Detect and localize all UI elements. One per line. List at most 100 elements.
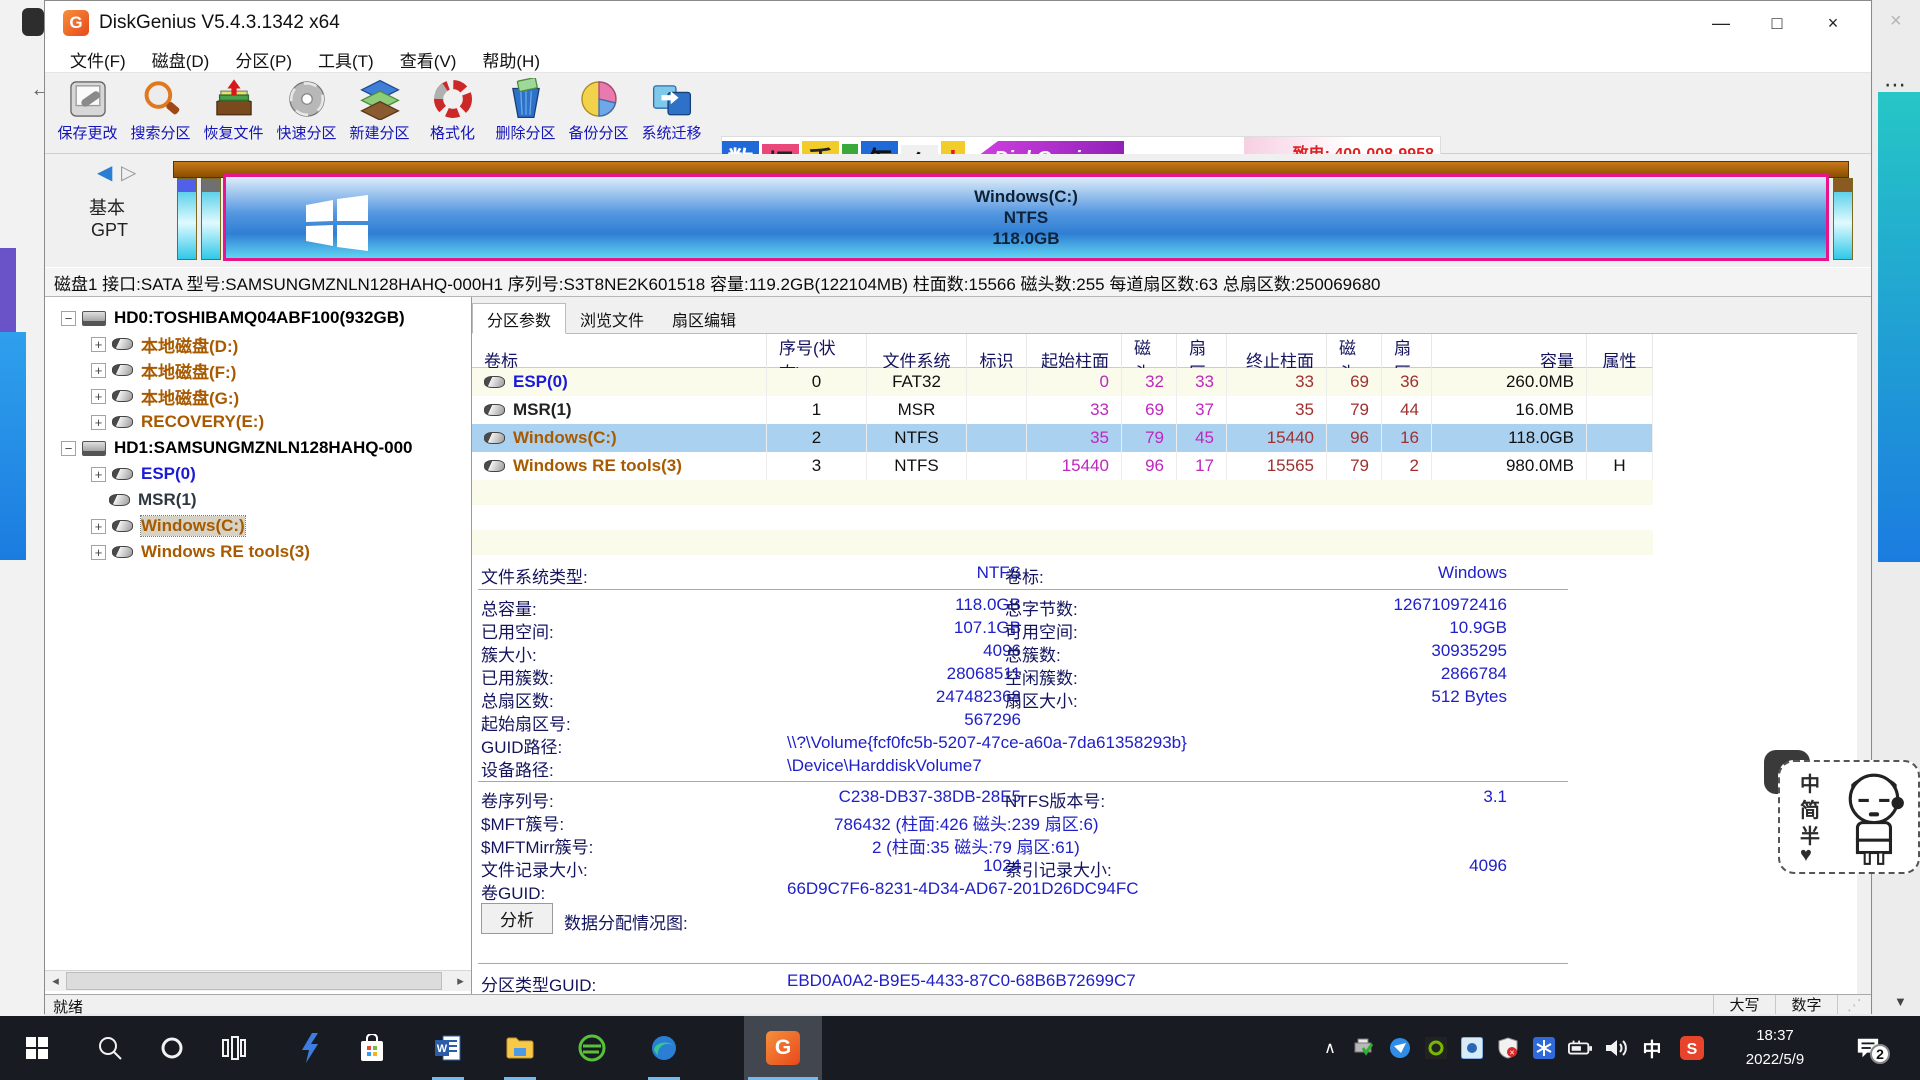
- analyze-button[interactable]: 分析: [481, 903, 553, 934]
- menu-tools[interactable]: 工具(T): [305, 45, 387, 74]
- empty-row: [472, 530, 1653, 555]
- tray-printer-icon[interactable]: [1352, 1036, 1376, 1060]
- nav-right-icon[interactable]: ▷: [121, 160, 136, 185]
- svg-text:W: W: [437, 1043, 448, 1055]
- tab-sector-edit[interactable]: 扇区编辑: [658, 303, 750, 334]
- tray-chevron-icon[interactable]: ∧: [1318, 1036, 1342, 1060]
- tray-feishu-icon[interactable]: [1388, 1036, 1412, 1060]
- tray-security-icon[interactable]: ×: [1496, 1036, 1520, 1060]
- tree-item-windows-c[interactable]: + Windows(C:): [91, 513, 245, 539]
- scrollbar-thumb[interactable]: [66, 972, 442, 990]
- menu-disk[interactable]: 磁盘(D): [139, 45, 223, 74]
- backup-partition-button[interactable]: 备份分区: [562, 74, 635, 150]
- tree-item-esp[interactable]: + ESP(0): [91, 461, 196, 487]
- tree-item-hd0[interactable]: − HD0:TOSHIBAMQ04ABF100(932GB): [61, 305, 405, 331]
- new-partition-button[interactable]: 新建分区: [343, 74, 416, 150]
- windows-c-partition-block[interactable]: Windows(C:) NTFS 118.0GB: [223, 174, 1829, 261]
- edge-button[interactable]: [644, 1028, 684, 1068]
- start-button[interactable]: [17, 1028, 57, 1068]
- word-button[interactable]: W: [428, 1028, 468, 1068]
- tray-volume-icon[interactable]: [1604, 1036, 1628, 1060]
- menu-view[interactable]: 查看(V): [387, 45, 470, 74]
- tab-browse-files[interactable]: 浏览文件: [566, 303, 658, 334]
- expand-icon[interactable]: +: [91, 337, 106, 352]
- detail-row: 总容量:118.0GB 总字节数:126710972416: [472, 595, 1652, 618]
- ime-mode-cn[interactable]: 中: [1800, 768, 1820, 797]
- menu-partition[interactable]: 分区(P): [222, 45, 305, 74]
- tab-partition-params[interactable]: 分区参数: [472, 303, 566, 334]
- scroll-right-icon[interactable]: ▸: [450, 971, 471, 991]
- ie-button[interactable]: [572, 1028, 612, 1068]
- ime-mode-simplified[interactable]: 简: [1800, 794, 1820, 823]
- heart-icon: ♥: [1800, 844, 1812, 867]
- ms-store-button[interactable]: [352, 1028, 392, 1068]
- taskbar-clock[interactable]: 18:37 2022/5/9: [1736, 1024, 1814, 1072]
- partition-graph-panel: ◀ ▷ 基本 GPT Windows(C:) NTFS 118.0GB: [45, 154, 1871, 267]
- task-view-button[interactable]: [214, 1028, 254, 1068]
- tree-item-local-g[interactable]: + 本地磁盘(G:): [91, 383, 239, 409]
- expand-icon[interactable]: +: [91, 519, 106, 534]
- tray-ime-indicator[interactable]: 中: [1640, 1036, 1664, 1060]
- diskgenius-taskbar-button[interactable]: G: [763, 1028, 803, 1068]
- menu-help[interactable]: 帮助(H): [469, 45, 553, 74]
- resize-grip[interactable]: ⋰: [1837, 995, 1871, 1014]
- cortana-icon: [160, 1036, 184, 1060]
- collapse-icon[interactable]: −: [61, 311, 76, 326]
- save-changes-button[interactable]: 保存更改: [51, 74, 124, 150]
- tree-item-msr[interactable]: MSR(1): [109, 487, 197, 513]
- tab-bar: 分区参数 浏览文件 扇区编辑: [472, 297, 1857, 334]
- disk-partition-style-label: GPT: [91, 220, 128, 241]
- table-row-msr[interactable]: MSR(1) 1 MSR 33 69 37 35 79 44 16.0MB: [472, 396, 1653, 424]
- menu-file[interactable]: 文件(F): [57, 45, 139, 74]
- format-button[interactable]: 格式化: [416, 74, 489, 150]
- expand-icon[interactable]: +: [91, 545, 106, 560]
- table-row-windows-c-selected[interactable]: Windows(C:) 2 NTFS 35 79 45 15440 96 16 …: [472, 424, 1653, 452]
- edge-icon: [650, 1034, 678, 1062]
- collapse-icon[interactable]: −: [61, 441, 76, 456]
- expand-icon[interactable]: +: [91, 415, 106, 430]
- tree-item-winre[interactable]: + Windows RE tools(3): [91, 539, 310, 565]
- tree-item-recovery-e[interactable]: + RECOVERY(E:): [91, 409, 264, 435]
- expand-icon[interactable]: +: [91, 363, 106, 378]
- expand-icon[interactable]: +: [91, 389, 106, 404]
- notification-center-button[interactable]: 2: [1856, 1036, 1880, 1060]
- close-button[interactable]: ×: [1805, 1, 1861, 45]
- maximize-button[interactable]: □: [1749, 1, 1805, 45]
- system-migration-icon: [651, 78, 693, 120]
- taskbar-search-button[interactable]: [90, 1028, 130, 1068]
- winre-partition-block[interactable]: [1833, 178, 1853, 260]
- tray-sogou-icon[interactable]: S: [1680, 1036, 1704, 1060]
- quick-partition-button[interactable]: 快速分区: [270, 74, 343, 150]
- tree-item-local-d[interactable]: + 本地磁盘(D:): [91, 331, 238, 357]
- system-migration-button[interactable]: 系统迁移: [635, 74, 708, 150]
- flash-app-button[interactable]: [290, 1028, 330, 1068]
- nav-left-icon[interactable]: ◀: [97, 160, 112, 185]
- scroll-left-icon[interactable]: ◂: [45, 971, 66, 991]
- partition-icon: [484, 404, 505, 416]
- diskgenius-window: G DiskGenius V5.4.3.1342 x64 — □ × 文件(F)…: [44, 0, 1872, 1014]
- table-row-esp[interactable]: ESP(0) 0 FAT32 0 32 33 33 69 36 260.0MB: [472, 368, 1653, 396]
- desktop-accent-purple: [0, 248, 16, 332]
- ghost-close-icon: ×: [1890, 10, 1902, 33]
- tree-item-local-f[interactable]: + 本地磁盘(F:): [91, 357, 236, 383]
- table-header: 卷标 序号(状态) 文件系统 标识 起始柱面 磁头 扇区 终止柱面 磁头 扇区 …: [472, 334, 1653, 368]
- msr-partition-block[interactable]: [201, 178, 221, 260]
- windows-logo-icon: [304, 195, 370, 251]
- cortana-button[interactable]: [152, 1028, 192, 1068]
- recover-files-button[interactable]: 恢复文件: [197, 74, 270, 150]
- detail-row-partial: 分区类型GUID:EBD0A0A2-B9E5-4433-87C0-68B6B72…: [472, 971, 1652, 994]
- ime-status-widget[interactable]: 中 简 半 ♥: [1778, 760, 1920, 874]
- tray-nvidia-icon[interactable]: [1424, 1036, 1448, 1060]
- minimize-button[interactable]: —: [1693, 1, 1749, 45]
- tree-item-hd1[interactable]: − HD1:SAMSUNGMZNLN128HAHQ-000: [61, 435, 413, 461]
- horizontal-scrollbar[interactable]: ◂ ▸: [45, 970, 471, 991]
- delete-partition-button[interactable]: 删除分区: [489, 74, 562, 150]
- table-row-winre[interactable]: Windows RE tools(3) 3 NTFS 15440 96 17 1…: [472, 452, 1653, 480]
- expand-icon[interactable]: +: [91, 467, 106, 482]
- tray-intel-graphics-icon[interactable]: [1460, 1036, 1484, 1060]
- file-explorer-button[interactable]: [500, 1028, 540, 1068]
- tray-snowflake-icon[interactable]: [1532, 1036, 1556, 1060]
- search-partition-button[interactable]: 搜索分区: [124, 74, 197, 150]
- esp-partition-block[interactable]: [177, 178, 197, 260]
- tray-battery-icon[interactable]: [1568, 1036, 1592, 1060]
